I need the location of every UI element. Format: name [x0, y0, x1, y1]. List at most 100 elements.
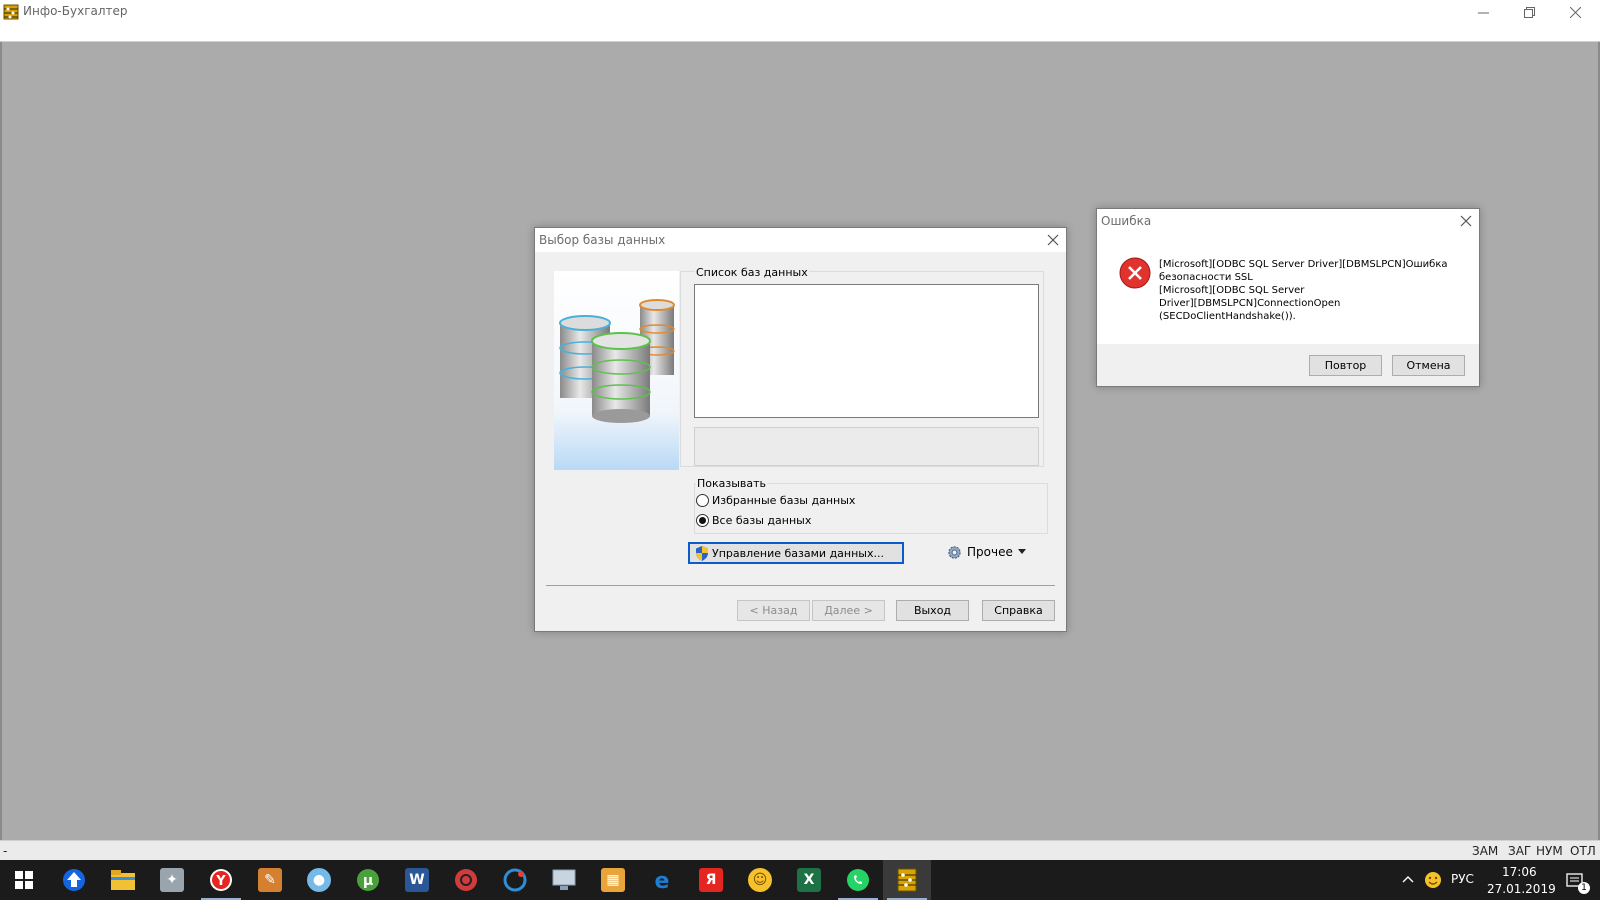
minimize-button[interactable] — [1460, 0, 1506, 24]
taskbar-app-maps[interactable]: ▦ — [589, 860, 637, 900]
taskbar-app-media[interactable] — [442, 860, 490, 900]
svg-text:e: e — [655, 869, 670, 892]
radio-favorites-label: Избранные базы данных — [712, 494, 856, 507]
minimize-icon — [1477, 12, 1489, 13]
ccleaner-icon — [503, 868, 527, 892]
close-icon[interactable] — [1459, 214, 1473, 228]
maps-icon: ▦ — [601, 868, 625, 892]
dialog-separator — [546, 585, 1055, 586]
taskbar-app-yandex[interactable]: Я — [687, 860, 735, 900]
error-message-line: [Microsoft][ODBC SQL Server — [1159, 285, 1305, 296]
radio-all-label: Все базы данных — [712, 514, 812, 527]
main-titlebar: Инфо-Бухгалтер — [0, 0, 1600, 42]
other-menu-button[interactable]: Прочее — [947, 540, 1037, 564]
app-title: Инфо-Бухгалтер — [23, 4, 128, 18]
taskbar-app-word[interactable]: W — [393, 860, 441, 900]
status-indicator-debug: ОТЛ — [1570, 844, 1596, 858]
show-label: Показывать — [696, 477, 768, 490]
restore-button[interactable] — [1506, 0, 1552, 24]
radio-all-databases[interactable] — [696, 514, 709, 527]
taskbar-app-edge[interactable]: e — [638, 860, 686, 900]
utorrent-icon: µ — [357, 869, 379, 891]
close-icon[interactable] — [1046, 233, 1060, 247]
error-icon — [1119, 257, 1151, 289]
back-button[interactable]: < Назад — [737, 600, 810, 621]
start-button[interactable] — [0, 860, 48, 900]
database-selection-dialog: Выбор базы данных Список баз данных Пока… — [534, 227, 1067, 632]
settings-tool-icon: ✦ — [160, 868, 184, 892]
taskbar-app-explorer[interactable] — [99, 860, 147, 900]
status-indicator-scroll: ЗАГ — [1508, 844, 1532, 858]
error-message: [Microsoft][ODBC SQL Server Driver][DBMS… — [1159, 258, 1469, 323]
taskbar-app-tool[interactable]: ✦ — [148, 860, 196, 900]
gear-icon — [948, 545, 961, 559]
windows-start-icon — [15, 871, 33, 889]
manage-databases-button[interactable]: Управление базами данных... — [688, 542, 904, 564]
error-dialog-titlebar: Ошибка — [1097, 209, 1479, 233]
language-indicator[interactable]: РУС — [1451, 872, 1474, 886]
emoji-app-icon: ☺ — [748, 868, 772, 892]
taskbar-app-emoji[interactable]: ☺ — [736, 860, 784, 900]
status-text: - — [3, 844, 8, 858]
taskbar-app-paint[interactable]: ● — [295, 860, 343, 900]
yandex-icon: Я — [699, 868, 723, 892]
abacus-app-icon — [3, 4, 19, 20]
error-message-line: [Microsoft][ODBC SQL Server Driver][DBMS… — [1159, 259, 1448, 270]
word-icon: W — [405, 868, 429, 892]
uac-shield-icon — [696, 546, 708, 561]
status-bar: - ЗАМ ЗАГ НУМ ОТЛ — [0, 840, 1600, 860]
accounting-app-icon — [897, 868, 917, 892]
error-message-line: безопасности SSL — [1159, 272, 1253, 283]
taskbar-app-excel[interactable]: X — [785, 860, 833, 900]
upload-arrow-icon — [63, 869, 85, 891]
error-dialog-title: Ошибка — [1101, 214, 1152, 228]
cancel-button[interactable]: Отмена — [1392, 355, 1465, 376]
notification-count-badge: 1 — [1578, 882, 1590, 894]
taskbar-app-utorrent[interactable]: µ — [344, 860, 392, 900]
taskbar-app-drawing[interactable]: ✎ — [246, 860, 294, 900]
yandex-browser-icon: Y — [210, 869, 232, 891]
error-dialog: Ошибка [Microsoft][ODBC SQL Server Drive… — [1096, 208, 1480, 387]
taskbar-app-yandex-browser[interactable]: Y — [197, 860, 245, 900]
taskbar-app-whatsapp[interactable] — [834, 860, 882, 900]
chevron-up-icon[interactable] — [1402, 875, 1414, 883]
taskbar-app-accounting[interactable] — [883, 860, 931, 900]
status-indicator-caps: ЗАМ — [1472, 844, 1499, 858]
help-button[interactable]: Справка — [982, 600, 1055, 621]
dialog-titlebar: Выбор базы данных — [535, 228, 1066, 252]
status-indicator-num: НУМ — [1536, 844, 1563, 858]
clock-time[interactable]: 17:06 — [1502, 865, 1537, 879]
taskbar: ✦ Y ✎ ● µ W ▦ e Я ☺ X РУС 17:06 27.01.20… — [0, 860, 1600, 900]
taskbar-app-upload[interactable] — [50, 860, 98, 900]
manage-databases-label: Управление базами данных... — [712, 546, 884, 560]
excel-icon: X — [797, 868, 821, 892]
dialog-title: Выбор базы данных — [539, 233, 666, 247]
remote-desktop-icon — [552, 869, 576, 890]
chevron-down-icon — [1017, 549, 1026, 554]
error-message-line: (SECDoClientHandshake()). — [1159, 311, 1296, 322]
database-info-panel — [694, 427, 1039, 466]
error-message-line: Driver][DBMSLPCN]ConnectionOpen — [1159, 298, 1341, 309]
edge-icon: e — [655, 869, 670, 892]
database-list-label: Список баз данных — [695, 266, 809, 279]
taskbar-app-ccleaner[interactable] — [491, 860, 539, 900]
database-list[interactable] — [694, 284, 1039, 418]
other-label: Прочее — [967, 545, 1013, 559]
svg-text:µ: µ — [363, 873, 373, 889]
close-icon — [1569, 6, 1581, 18]
drawing-app-icon: ✎ — [258, 868, 282, 892]
whatsapp-icon — [847, 869, 869, 891]
retry-button[interactable]: Повтор — [1309, 355, 1382, 376]
taskbar-app-remote[interactable] — [540, 860, 588, 900]
restore-icon — [1523, 6, 1535, 18]
database-servers-image — [554, 271, 679, 470]
next-button[interactable]: Далее > — [812, 600, 885, 621]
emoji-tray-icon[interactable] — [1424, 871, 1442, 889]
paint-icon: ● — [307, 868, 331, 892]
file-explorer-icon — [111, 870, 135, 890]
radio-favorites[interactable] — [696, 494, 709, 507]
svg-text:Y: Y — [215, 874, 226, 889]
clock-date[interactable]: 27.01.2019 — [1487, 882, 1556, 896]
close-window-button[interactable] — [1552, 0, 1598, 24]
exit-button[interactable]: Выход — [896, 600, 969, 621]
